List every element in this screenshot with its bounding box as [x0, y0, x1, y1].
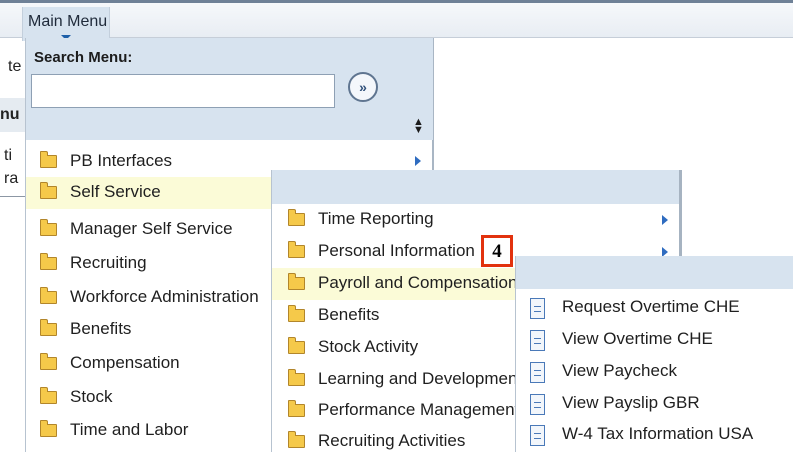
folder-icon [40, 287, 57, 304]
search-menu-input[interactable] [31, 74, 335, 108]
menu-item-view-overtime-che[interactable]: View Overtime CHE [530, 326, 790, 358]
sort-arrows-icon[interactable]: ▲ ▼ [413, 117, 424, 136]
menu-item-label: Recruiting [70, 253, 147, 272]
background-divider [0, 196, 26, 197]
menu-item-label: W-4 Tax Information USA [562, 424, 754, 443]
menu-item-label: Stock Activity [318, 337, 419, 356]
background-text-fragment: nu [0, 106, 20, 123]
menu-item-recruiting-activities[interactable]: Recruiting Activities [288, 426, 516, 458]
menu-item-view-payslip-gbr[interactable]: View Payslip GBR [530, 390, 790, 422]
chevron-right-icon [662, 215, 668, 225]
menu-item-label: Time Reporting [318, 209, 434, 228]
main-menu-label: Main Menu [28, 13, 108, 30]
menu-item-self-service[interactable]: Self Service [26, 177, 272, 209]
menu-item-label: Self Service [70, 182, 161, 201]
menu-item-w4-tax-information-usa[interactable]: W-4 Tax Information USA [530, 421, 790, 453]
menu-item-payroll-and-compensation[interactable]: Payroll and Compensation [272, 268, 516, 300]
menu-item-request-overtime-che[interactable]: Request Overtime CHE [530, 294, 790, 326]
menu-item-label: Benefits [70, 319, 132, 338]
folder-icon [40, 353, 57, 370]
menu-item-compensation[interactable]: Compensation [40, 348, 272, 380]
folder-icon [40, 151, 57, 168]
menu-item-label: Time and Labor [70, 420, 189, 439]
menu-item-label: View Paycheck [562, 361, 677, 380]
background-text-fragment: ra [4, 170, 19, 187]
folder-icon [288, 337, 305, 354]
menu-item-recruiting[interactable]: Recruiting [40, 248, 272, 280]
step-number-callout: 4 [481, 235, 513, 267]
main-menu-tab[interactable]: Main Menu [22, 7, 110, 41]
menu-item-stock[interactable]: Stock [40, 382, 272, 414]
menu-item-label: Learning and Development [318, 369, 516, 388]
menu-item-view-paycheck[interactable]: View Paycheck [530, 358, 790, 390]
folder-icon [288, 400, 305, 417]
submenu-header [516, 256, 793, 289]
menu-item-benefits[interactable]: Benefits [288, 300, 516, 332]
menu-item-label: Payroll and Compensation [318, 273, 516, 292]
folder-icon [40, 420, 57, 437]
search-menu-label: Search Menu: [34, 49, 133, 66]
payroll-and-compensation-submenu: Request Overtime CHE View Overtime CHE V… [515, 256, 793, 452]
folder-icon [288, 305, 305, 322]
document-icon [530, 362, 545, 383]
folder-icon [288, 273, 305, 290]
menu-item-performance-management[interactable]: Performance Management [288, 395, 516, 427]
menu-item-workforce-administration[interactable]: Workforce Administration [40, 282, 272, 314]
menu-item-learning-and-development[interactable]: Learning and Development [288, 364, 516, 396]
document-icon [530, 330, 545, 351]
menu-item-benefits[interactable]: Benefits [40, 314, 272, 346]
document-icon [530, 425, 545, 446]
folder-icon [40, 253, 57, 270]
menu-item-label: Compensation [70, 353, 180, 372]
menu-item-label: Benefits [318, 305, 380, 324]
menu-item-label: Stock [70, 387, 113, 406]
search-menu-header: Search Menu: » ▲ ▼ [26, 38, 433, 140]
submenu-header [272, 170, 679, 204]
menu-item-time-reporting[interactable]: Time Reporting [288, 204, 679, 236]
search-go-button[interactable]: » [348, 72, 378, 102]
menu-item-label: Workforce Administration [70, 287, 259, 306]
menu-item-label: View Overtime CHE [562, 329, 713, 348]
folder-icon [40, 219, 57, 236]
document-icon [530, 298, 545, 319]
menu-item-manager-self-service[interactable]: Manager Self Service [40, 214, 272, 246]
document-icon [530, 394, 545, 415]
menu-item-label: Performance Management [318, 400, 516, 419]
folder-icon [40, 387, 57, 404]
menu-item-stock-activity[interactable]: Stock Activity [288, 332, 516, 364]
menu-item-label: View Payslip GBR [562, 393, 700, 412]
folder-icon [40, 319, 57, 336]
menu-item-time-and-labor[interactable]: Time and Labor [40, 415, 272, 447]
menu-item-label: Personal Information [318, 241, 475, 260]
background-text-fragment: ti [4, 147, 12, 164]
menu-item-label: Recruiting Activities [318, 431, 466, 450]
folder-icon [288, 209, 305, 226]
double-chevron-right-icon: » [359, 79, 367, 95]
menu-item-label: PB Interfaces [70, 151, 173, 170]
menu-item-label: Request Overtime CHE [562, 297, 740, 316]
top-menu-bar: Main Menu [0, 0, 793, 41]
folder-icon [288, 369, 305, 386]
chevron-right-icon [415, 156, 421, 166]
folder-icon [40, 182, 57, 199]
folder-icon [288, 241, 305, 258]
menu-item-label: Manager Self Service [70, 219, 233, 238]
background-text-fragment: te [8, 58, 22, 75]
folder-icon [288, 431, 305, 448]
